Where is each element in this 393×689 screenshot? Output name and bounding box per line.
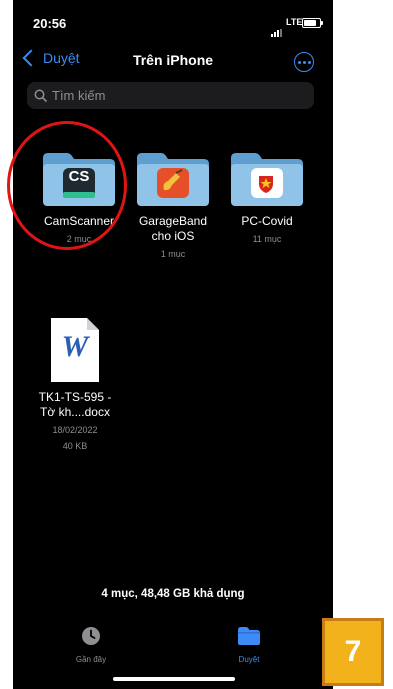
search-input[interactable]	[52, 88, 292, 103]
step-number-badge: 7	[322, 618, 384, 686]
tab-label: Gần đây	[75, 655, 107, 664]
folder-tab-icon	[238, 627, 260, 645]
item-date: 18/02/2022	[52, 425, 98, 435]
word-logo-text: W	[61, 330, 89, 363]
back-button[interactable]: Duyệt	[21, 49, 80, 67]
file-tk1-ts-595[interactable]: W TK1-TS-595 - Tờ kh....docx 18/02/2022 …	[27, 316, 123, 452]
search-bar[interactable]	[27, 82, 314, 109]
storage-summary: 4 mục, 48,48 GB khả dụng	[101, 588, 245, 600]
clock-icon	[82, 627, 100, 645]
network-type: LTE	[286, 17, 303, 27]
item-size: 40 KB	[62, 441, 88, 451]
folder-icon	[137, 153, 209, 206]
word-document-icon: W	[49, 316, 101, 384]
ellipsis-icon	[297, 60, 301, 64]
item-name: GarageBand cho iOS	[138, 214, 208, 243]
item-name: CamScanner	[43, 214, 115, 228]
navigation-bar: Duyệt Trên iPhone	[13, 48, 333, 76]
phone-screen: 20:56 LTE Duyệt Trên iPhone Tìm kiếm CS …	[13, 0, 333, 689]
item-count: 11 mục	[252, 234, 282, 244]
folder-icon	[43, 153, 115, 206]
signal-icon	[271, 19, 283, 37]
item-count: 2 mục	[66, 234, 92, 244]
item-name: PC-Covid	[241, 214, 293, 228]
battery-icon	[302, 18, 323, 28]
more-options-button[interactable]	[294, 52, 314, 72]
item-count: 1 mục	[160, 249, 186, 259]
back-button-label: Duyệt	[43, 50, 80, 66]
item-name: TK1-TS-595 - Tờ kh....docx	[38, 390, 112, 419]
folder-garageband[interactable]: GarageBand cho iOS 1 mục	[125, 150, 221, 260]
folder-icon	[231, 153, 303, 206]
pc-covid-app-icon	[251, 168, 283, 198]
status-time: 20:56	[33, 16, 67, 31]
folder-pc-covid[interactable]: PC-Covid 11 mục	[219, 150, 315, 245]
camscanner-app-icon	[63, 168, 95, 198]
status-bar: 20:56 LTE	[13, 0, 333, 40]
search-icon	[34, 89, 47, 102]
tab-browse[interactable]: Duyệt	[209, 626, 289, 664]
tab-label: Duyệt	[238, 655, 260, 664]
garageband-app-icon	[157, 168, 189, 198]
tab-recent[interactable]: Gần đây	[51, 626, 131, 664]
folder-camscanner[interactable]: CS CamScanner 2 mục	[31, 150, 127, 245]
home-indicator	[113, 677, 235, 681]
chevron-left-icon	[22, 49, 40, 67]
